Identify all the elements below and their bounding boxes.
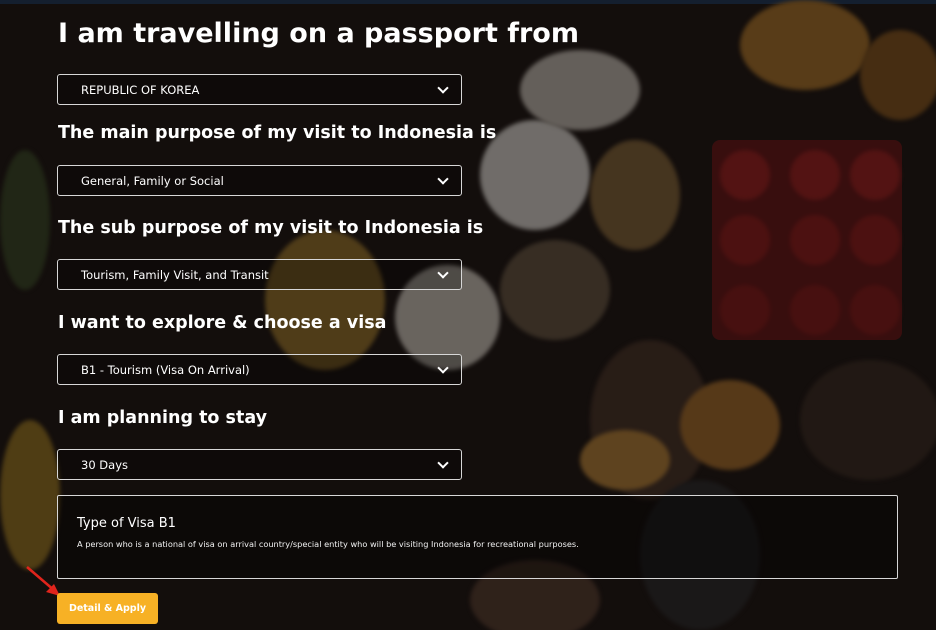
passport-country-value: REPUBLIC OF KOREA <box>81 82 200 97</box>
detail-apply-button[interactable]: Detail & Apply <box>57 593 158 624</box>
purpose-label: The main purpose of my visit to Indonesi… <box>58 123 497 143</box>
sub-purpose-value: Tourism, Family Visit, and Transit <box>81 267 269 282</box>
stay-label: I am planning to stay <box>58 408 268 428</box>
visa-info-description: A person who is a national of visa on ar… <box>77 539 579 549</box>
chevron-down-icon <box>437 81 449 94</box>
passport-country-select[interactable]: REPUBLIC OF KOREA <box>57 74 462 105</box>
stay-duration-value: 30 Days <box>81 457 128 472</box>
visa-info-box: Type of Visa B1 A person who is a nation… <box>57 495 898 579</box>
chevron-down-icon <box>437 266 449 279</box>
purpose-value: General, Family or Social <box>81 173 224 188</box>
chevron-down-icon <box>437 456 449 469</box>
chevron-down-icon <box>437 361 449 374</box>
chevron-down-icon <box>437 172 449 185</box>
purpose-select[interactable]: General, Family or Social <box>57 165 462 196</box>
page-title: I am travelling on a passport from <box>58 18 579 49</box>
sub-purpose-label: The sub purpose of my visit to Indonesia… <box>58 218 484 238</box>
stay-duration-select[interactable]: 30 Days <box>57 449 462 480</box>
visa-choice-label: I want to explore & choose a visa <box>58 313 387 333</box>
visa-select[interactable]: B1 - Tourism (Visa On Arrival) <box>57 354 462 385</box>
visa-value: B1 - Tourism (Visa On Arrival) <box>81 362 250 377</box>
sub-purpose-select[interactable]: Tourism, Family Visit, and Transit <box>57 259 462 290</box>
visa-info-title: Type of Visa B1 <box>77 516 176 531</box>
